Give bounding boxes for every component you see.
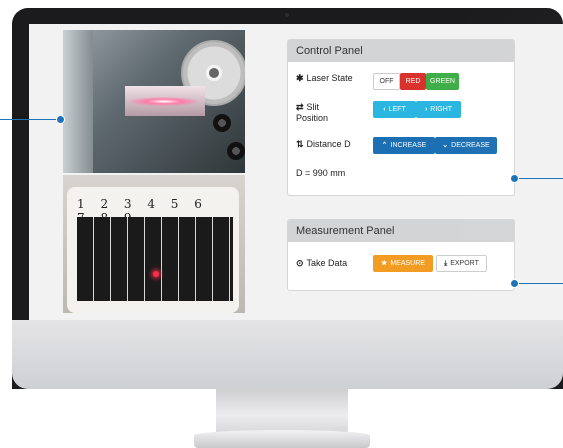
chevron-right-icon: › (424, 106, 428, 113)
take-data-label: ⊙ Take Data (296, 258, 348, 268)
callout-line-measurement-panel (516, 283, 563, 284)
distance-label: ⇅ Distance D (296, 139, 351, 149)
measure-button[interactable]: ★ MEASURE (373, 255, 433, 272)
knob (213, 114, 231, 132)
webcam-dot (285, 13, 289, 17)
chevron-left-icon: ‹ (383, 106, 386, 113)
record-circle-icon: ⊙ (296, 258, 304, 268)
swap-arrows-icon: ⇄ (296, 102, 304, 112)
slit-left-button[interactable]: ‹ LEFT (373, 101, 416, 118)
callout-dot-measurement-panel (510, 279, 519, 288)
laser-off-button[interactable]: OFF (373, 73, 400, 90)
laser-red-button[interactable]: RED (400, 73, 426, 90)
star-icon: ★ (381, 260, 388, 267)
slit-position-label: ⇄ Slit Position (296, 102, 329, 123)
chevron-down-icon: ⌄ (442, 142, 449, 149)
laser-spot (153, 271, 159, 277)
laser-state-label: ✱ Laser State (296, 73, 353, 83)
monitor-stand-neck (216, 389, 348, 433)
distance-readout: D = 990 mm (296, 168, 346, 178)
chevron-up-icon: ⌃ (381, 142, 388, 149)
monitor-chin (12, 320, 563, 389)
slit-grating (77, 217, 233, 301)
asterisk-icon: ✱ (296, 73, 304, 83)
download-icon: ⤓ (444, 260, 448, 267)
slit-right-button[interactable]: › RIGHT (416, 101, 461, 118)
callout-dot-control-panel (510, 174, 519, 183)
distance-increase-button[interactable]: ⌃ INCREASE (373, 137, 435, 154)
callout-line-control-panel (516, 178, 563, 179)
laser-green-button[interactable]: GREEN (426, 73, 459, 90)
laser-beam (129, 97, 199, 106)
screen-glare (458, 8, 563, 320)
callout-dot-photo (56, 115, 65, 124)
callout-line-photo (0, 119, 60, 120)
grating-screen-photo: 1 2 3 4 5 6 7 8 9 (63, 175, 245, 313)
sort-arrows-icon: ⇅ (296, 139, 304, 149)
monitor-stand-base (194, 430, 370, 448)
laser-apparatus-photo (63, 30, 245, 173)
knob (227, 142, 245, 160)
